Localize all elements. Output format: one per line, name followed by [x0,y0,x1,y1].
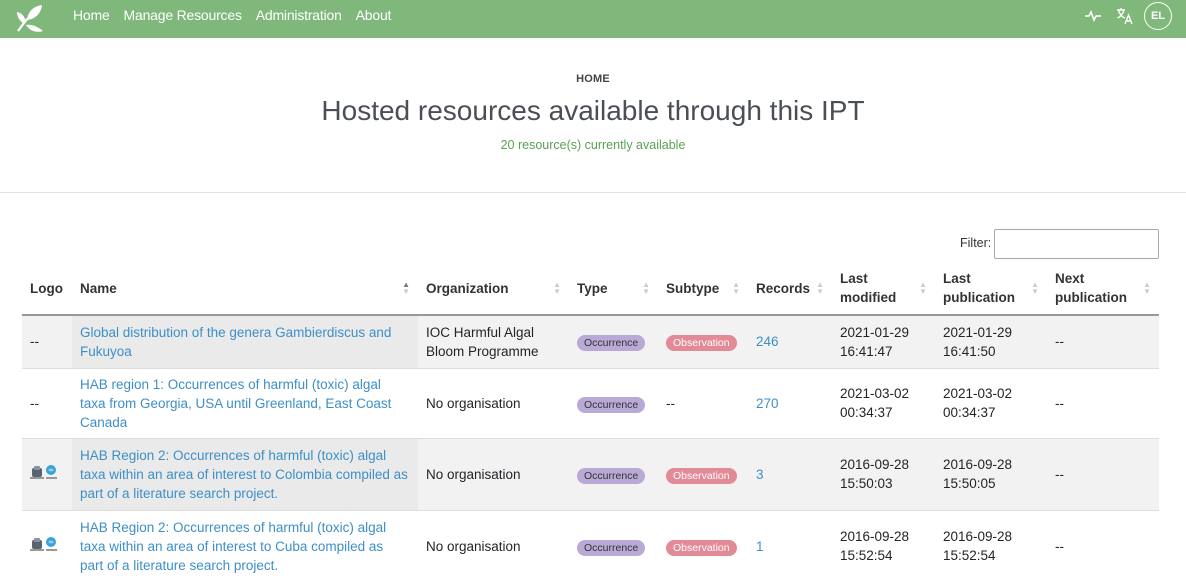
sort-icon: ▲ ▼ [816,280,824,296]
subtype-badge: Observation [666,467,737,484]
cell-name: HAB region 1: Occurrences of harmful (to… [72,367,418,438]
cell-name: HAB Region 2: Occurrences of harmful (to… [72,437,418,510]
cell-last-modified: 2016-09-28 15:52:54 [832,509,935,582]
column-header-subtype[interactable]: Subtype ▲ ▼ [658,262,748,316]
column-header-last-publication[interactable]: Last publication ▲ ▼ [935,262,1047,316]
resource-link[interactable]: HAB Region 2: Occurrences of harmful (to… [80,520,386,573]
table-row: HAB Region 2: Occurrences of harmful (to… [22,509,1159,582]
column-header-last-modified[interactable]: Last modified ▲ ▼ [832,262,935,316]
filter-input[interactable] [994,229,1159,259]
nav-manage-resources[interactable]: Manage Resources [124,7,242,23]
cell-next-publication: -- [1047,509,1159,582]
cell-subtype: Observation [658,509,748,582]
cell-subtype: -- [658,367,748,438]
cell-last-modified: 2021-03-02 00:34:37 [832,367,935,438]
cell-records: 246 [748,314,832,368]
divider [0,192,1186,193]
cell-records: 1 [748,509,832,582]
cell-logo: -- [22,367,72,438]
column-header-records[interactable]: Records ▲ ▼ [748,262,832,316]
cell-last-publication: 2021-03-02 00:34:37 [935,367,1047,438]
resource-logo-image [30,462,58,482]
type-badge: Occurrence [577,396,646,413]
cell-last-publication: 2016-09-28 15:50:05 [935,437,1047,510]
resource-count: 20 resource(s) currently available [500,138,686,152]
table-row: -- HAB region 1: Occurrences of harmful … [22,367,1159,438]
cell-logo: -- [22,314,72,368]
resources-table: Logo Name ▲ ▼ Organization ▲ ▼ Type ▲ ▼ Subtyp… [22,262,1159,582]
user-avatar[interactable]: EL [1144,2,1172,30]
sort-icon: ▲ ▼ [553,280,561,296]
records-link[interactable]: 3 [756,467,764,482]
nav-about[interactable]: About [356,7,392,23]
records-link[interactable]: 270 [756,396,779,411]
column-header-logo: Logo [22,262,72,316]
cell-next-publication: -- [1047,314,1159,368]
cell-name: HAB Region 2: Occurrences of harmful (to… [72,509,418,582]
cell-name: Global distribution of the genera Gambie… [72,314,418,368]
cell-next-publication: -- [1047,437,1159,510]
sort-icon: ▲ ▼ [1143,280,1151,296]
top-navbar: Home Manage Resources Administration Abo… [0,0,1186,38]
cell-logo [22,437,72,510]
cell-logo [22,509,72,582]
cell-last-publication: 2021-01-29 16:41:50 [935,314,1047,368]
breadcrumb: HOME [576,73,610,85]
resource-link[interactable]: HAB Region 2: Occurrences of harmful (to… [80,448,408,501]
filter-label: Filter: [960,236,992,250]
table-header-row: Logo Name ▲ ▼ Organization ▲ ▼ Type ▲ ▼ Subtyp… [22,262,1159,316]
cell-next-publication: -- [1047,367,1159,438]
page-title: Hosted resources available through this … [321,95,865,126]
cell-last-modified: 2021-01-29 16:41:47 [832,314,935,368]
language-icon[interactable] [1116,7,1134,25]
cell-type: Occurrence [569,367,658,438]
type-badge: Occurrence [577,335,646,352]
cell-organization: No organisation [418,437,569,510]
cell-type: Occurrence [569,437,658,510]
cell-subtype: Observation [658,437,748,510]
cell-subtype: Observation [658,314,748,368]
sort-icon: ▲ ▼ [732,280,740,296]
subtype-badge: Observation [666,335,737,352]
column-header-organization[interactable]: Organization ▲ ▼ [418,262,569,316]
cell-last-modified: 2016-09-28 15:50:03 [832,437,935,510]
records-link[interactable]: 246 [756,334,779,349]
cell-type: Occurrence [569,509,658,582]
sort-icon: ▲ ▼ [1031,280,1039,296]
sort-icon: ▲ ▼ [642,280,650,296]
nav-home[interactable]: Home [73,7,110,23]
resource-logo-image [30,534,58,554]
cell-organization: IOC Harmful Algal Bloom Programme [418,314,569,368]
subtype-badge: Observation [666,539,737,556]
cell-organization: No organisation [418,509,569,582]
column-header-type[interactable]: Type ▲ ▼ [569,262,658,316]
column-header-name[interactable]: Name ▲ ▼ [72,262,418,316]
table-row: HAB Region 2: Occurrences of harmful (to… [22,437,1159,510]
nav-administration[interactable]: Administration [256,7,342,23]
cell-organization: No organisation [418,367,569,438]
cell-type: Occurrence [569,314,658,368]
resource-link[interactable]: HAB region 1: Occurrences of harmful (to… [80,377,391,430]
column-header-next-publication[interactable]: Next publication ▲ ▼ [1047,262,1159,316]
leaf-logo-icon[interactable] [14,3,46,35]
type-badge: Occurrence [577,539,646,556]
cell-last-publication: 2016-09-28 15:52:54 [935,509,1047,582]
cell-records: 3 [748,437,832,510]
resource-link[interactable]: Global distribution of the genera Gambie… [80,325,391,359]
table-row: -- Global distribution of the genera Gam… [22,314,1159,368]
records-link[interactable]: 1 [756,539,764,554]
health-icon[interactable] [1084,9,1102,23]
type-badge: Occurrence [577,467,646,484]
sort-icon: ▲ ▼ [919,280,927,296]
cell-records: 270 [748,367,832,438]
sort-icon: ▲ ▼ [402,280,410,296]
